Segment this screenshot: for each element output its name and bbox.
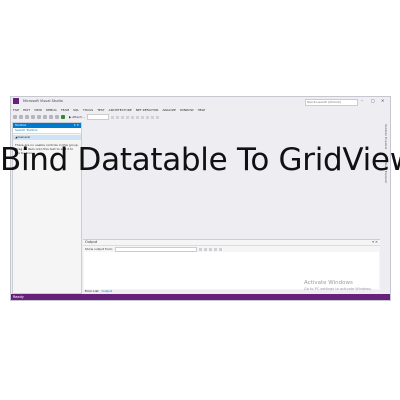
output-title: Output [85,240,98,244]
quick-launch-input[interactable]: Quick Launch (Ctrl+Q) [305,99,358,106]
output-option-icon[interactable] [203,247,207,251]
toolbar-option-icon[interactable] [135,115,139,119]
toolbar-option-icon[interactable] [115,115,119,119]
open-file-icon[interactable] [31,115,35,119]
menu-team[interactable]: TEAM [61,108,69,113]
redo-icon[interactable] [55,115,59,119]
toolbar-option-icon[interactable] [130,115,134,119]
menu-net-refactor[interactable]: NET REFACTOR [136,108,159,113]
attach-button[interactable]: ▶ Attach... [69,115,85,119]
toolbar-option-icon[interactable] [140,115,144,119]
maximize-button[interactable]: ▢ [371,98,375,103]
output-option-icon[interactable] [208,247,212,251]
menu-edit[interactable]: EDIT [23,108,30,113]
menu-file[interactable]: FILE [13,108,19,113]
menu-help[interactable]: HELP [198,108,206,113]
visual-studio-window: Microsoft Visual Studio Quick Launch (Ct… [10,96,391,301]
save-icon[interactable] [37,115,41,119]
visual-studio-logo-icon [13,98,19,104]
menu-test[interactable]: TEST [97,108,104,113]
save-all-icon[interactable] [43,115,47,119]
status-bar: Ready [11,294,390,300]
menu-bar: FILE EDIT VIEW DEBUG TEAM SQL TOOLS TEST… [13,108,205,113]
menu-debug[interactable]: DEBUG [46,108,57,113]
minimize-button[interactable]: – [361,98,363,103]
output-header: Output ▾ ✕ [83,240,380,246]
menu-view[interactable]: VIEW [34,108,42,113]
menu-architecture[interactable]: ARCHITECTURE [109,108,132,113]
toolbar-option-icon[interactable] [155,115,159,119]
toolbox-title: Toolbox [15,123,27,127]
menu-analyze[interactable]: ANALYZE [162,108,175,113]
menu-sql[interactable]: SQL [73,108,79,113]
toolbar-option-icon[interactable] [145,115,149,119]
watermark-line1: Activate Windows [304,280,353,286]
toolbox-pin-close[interactable]: ▾ ✕ [74,123,81,128]
forward-icon[interactable] [19,115,23,119]
title-bar: Microsoft Visual Studio Quick Launch (Ct… [11,97,390,108]
close-button[interactable]: ✕ [381,98,384,103]
start-debug-icon[interactable] [61,115,65,119]
overlay-title: Bind Datatable To GridView [0,142,400,178]
activate-windows-watermark: Activate Windows Go to PC settings to ac… [304,280,372,291]
output-source-dropdown[interactable] [114,246,197,252]
status-text: Ready [13,295,24,299]
editor-area [83,122,380,238]
toolbar: ▶ Attach... [13,114,389,120]
output-option-icon[interactable] [198,247,202,251]
output-option-icon[interactable] [213,247,217,251]
output-option-icon[interactable] [218,247,222,251]
undo-icon[interactable] [49,115,53,119]
toolbar-option-icon[interactable] [120,115,124,119]
toolbox-search-input[interactable]: Search Toolbox [13,128,81,134]
watermark-line2: Go to PC settings to activate Windows. [304,287,372,291]
solution-config-dropdown[interactable] [86,114,109,120]
toolbar-option-icon[interactable] [125,115,129,119]
toolbar-option-icon[interactable] [110,115,114,119]
menu-tools[interactable]: TOOLS [83,108,93,113]
menu-window[interactable]: WINDOW [180,108,194,113]
output-pin-close[interactable]: ▾ ✕ [372,240,378,245]
back-icon[interactable] [13,115,17,119]
new-project-icon[interactable] [25,115,29,119]
show-output-label: Show output from: [85,247,113,251]
toolbar-option-icon[interactable] [150,115,154,119]
window-title: Microsoft Visual Studio [23,99,63,103]
